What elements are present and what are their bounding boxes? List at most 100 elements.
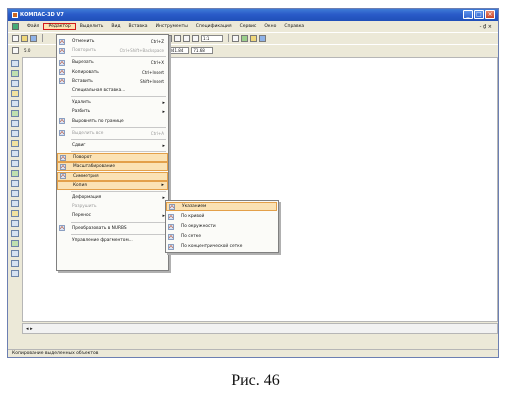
- copy-submenu-item-3[interactable]: По сетке: [166, 232, 277, 241]
- menu-specification[interactable]: Спецификация: [192, 24, 236, 29]
- edit-menu-item-18[interactable]: Симметрия: [57, 171, 168, 181]
- copy-circle-icon: [168, 223, 174, 230]
- edit-menu-item-0[interactable]: Отменить Ctrl+Z: [57, 37, 168, 46]
- ellipse-tool-icon[interactable]: [11, 180, 19, 187]
- symmetry-icon: [60, 173, 66, 179]
- menu-insert[interactable]: Вставка: [124, 24, 151, 29]
- editing-tool-icon[interactable]: [11, 90, 19, 97]
- rectangle-tool-icon[interactable]: [11, 210, 19, 217]
- new-file-icon[interactable]: [12, 34, 19, 42]
- polygon-tool-icon[interactable]: [11, 220, 19, 227]
- polyline-tool-icon[interactable]: [11, 200, 19, 207]
- submenu-arrow-icon: ▸: [162, 142, 165, 149]
- compact-toolbar: [10, 57, 21, 312]
- edit-menu-item-10[interactable]: Выровнять по границе: [57, 117, 168, 126]
- point-tool-icon[interactable]: [11, 140, 19, 147]
- dimensions-tool-icon[interactable]: [11, 70, 19, 77]
- zoom-field[interactable]: 1:1: [201, 34, 223, 42]
- pan-icon[interactable]: [232, 34, 239, 42]
- document-icon[interactable]: [12, 23, 19, 30]
- copy-arrow-icon: [169, 203, 175, 210]
- geometry-tool-icon[interactable]: [11, 60, 19, 67]
- copy-submenu-item-1[interactable]: По кривой: [166, 212, 277, 221]
- menu-item-label: Преобразовать в NURBS: [72, 225, 127, 231]
- zoom-window-icon[interactable]: [183, 34, 190, 42]
- menu-select[interactable]: Выделить: [76, 24, 108, 29]
- refresh-icon[interactable]: [241, 34, 248, 42]
- coordinate-y-field[interactable]: 71.68: [191, 46, 214, 54]
- menu-tools[interactable]: Инструменты: [152, 24, 192, 29]
- edit-menu-item-21[interactable]: Деформация ▸: [57, 193, 168, 202]
- edit-menu-item-17[interactable]: Масштабирование: [57, 162, 168, 172]
- app-window: КОМПАС-3D V7 _ □ × Файл Редактор Выделит…: [7, 8, 499, 358]
- paste-icon: [59, 78, 65, 85]
- properties-icon[interactable]: [250, 34, 257, 42]
- menu-item-label: Выделить все: [72, 130, 104, 136]
- edit-menu-item-19[interactable]: Копия ▸: [57, 180, 168, 190]
- menu-item-label: По концентрической сетке: [181, 244, 243, 249]
- measure-tool-icon[interactable]: [11, 110, 19, 117]
- copy-submenu-item-4[interactable]: По концентрической сетке: [166, 242, 277, 251]
- cursor-step-value[interactable]: 5.0: [24, 48, 30, 53]
- copy-submenu-item-2[interactable]: По окружности: [166, 222, 277, 231]
- edit-menu-item-4[interactable]: Копировать Ctrl+Insert: [57, 68, 168, 77]
- title-bar[interactable]: КОМПАС-3D V7 _ □ ×: [8, 9, 498, 21]
- menu-item-label: Симметрия: [73, 173, 99, 179]
- menu-service[interactable]: Сервис: [236, 24, 261, 29]
- submenu-arrow-icon: ▸: [161, 182, 164, 189]
- select-tool-icon[interactable]: [11, 120, 19, 127]
- zoom-out-icon[interactable]: [174, 34, 181, 42]
- window-controls: _ □ ×: [463, 10, 495, 19]
- menu-view[interactable]: Вид: [107, 24, 124, 29]
- spline-tool-icon[interactable]: [11, 190, 19, 197]
- close-button[interactable]: ×: [485, 10, 495, 19]
- document-window-controls[interactable]: - ₫ ×: [480, 24, 492, 30]
- menu-window[interactable]: Окно: [260, 24, 280, 29]
- step-cursor-icon[interactable]: [12, 46, 19, 54]
- arc-tool-icon[interactable]: [11, 170, 19, 177]
- edit-menu-item-23[interactable]: Перенос ▸: [57, 211, 168, 220]
- menu-item-label: Управление фрагментом...: [72, 237, 133, 243]
- hatch-tool-icon[interactable]: [11, 230, 19, 237]
- edit-menu-item-22[interactable]: Разрушить: [57, 202, 168, 211]
- align-icon: [59, 118, 65, 124]
- menu-item-label: Сдвиг: [72, 143, 86, 148]
- edit-menu-item-12[interactable]: Выделить все Ctrl+A: [57, 129, 168, 138]
- horizontal-scrollbar[interactable]: ◂ ▸: [22, 323, 498, 334]
- parametrization-tool-icon[interactable]: [11, 100, 19, 107]
- coordinate-x-field[interactable]: 341.84: [167, 46, 190, 54]
- edit-menu-item-3[interactable]: Вырезать Ctrl+X: [57, 58, 168, 67]
- chamfer-tool-icon[interactable]: [11, 250, 19, 257]
- edit-menu-item-1[interactable]: Повторить Ctrl+Shift+Backspace: [57, 46, 168, 55]
- edit-menu-item-5[interactable]: Вставить Shift+Insert: [57, 77, 168, 86]
- edit-menu-item-8[interactable]: Удалить ▸: [57, 98, 168, 107]
- menu-help[interactable]: Справка: [280, 24, 308, 29]
- line-tool-icon[interactable]: [11, 150, 19, 157]
- layers-icon[interactable]: [259, 34, 266, 42]
- offset-tool-icon[interactable]: [11, 270, 19, 277]
- scroll-arrows-icon[interactable]: ◂ ▸: [26, 326, 33, 332]
- fillet-tool-icon[interactable]: [11, 240, 19, 247]
- menu-item-label: По окружности: [181, 224, 216, 229]
- menu-edit[interactable]: Редактор: [43, 23, 76, 30]
- copy-submenu-item-0[interactable]: Указанием: [166, 202, 277, 211]
- edit-menu-item-14[interactable]: Сдвиг ▸: [57, 141, 168, 150]
- edit-menu-item-9[interactable]: Разбить ▸: [57, 107, 168, 116]
- menu-separator: [71, 221, 166, 223]
- edit-menu-item-16[interactable]: Поворот: [57, 153, 168, 163]
- minimize-button[interactable]: _: [463, 10, 473, 19]
- edit-menu-item-27[interactable]: Управление фрагментом...: [57, 236, 168, 245]
- save-icon[interactable]: [30, 34, 37, 42]
- contour-tool-icon[interactable]: [11, 260, 19, 267]
- menu-file[interactable]: Файл: [23, 24, 43, 29]
- zoom-scale-icon[interactable]: [192, 34, 199, 42]
- circle-tool-icon[interactable]: [11, 160, 19, 167]
- spec-tool-icon[interactable]: [11, 130, 19, 137]
- edit-menu-item-6[interactable]: Специальная вставка...: [57, 86, 168, 95]
- menu-item-label: Поворот: [73, 155, 92, 161]
- designations-tool-icon[interactable]: [11, 80, 19, 87]
- edit-menu-item-25[interactable]: Преобразовать в NURBS: [57, 224, 168, 233]
- open-file-icon[interactable]: [21, 34, 28, 42]
- menu-separator: [71, 233, 166, 235]
- maximize-button[interactable]: □: [474, 10, 484, 19]
